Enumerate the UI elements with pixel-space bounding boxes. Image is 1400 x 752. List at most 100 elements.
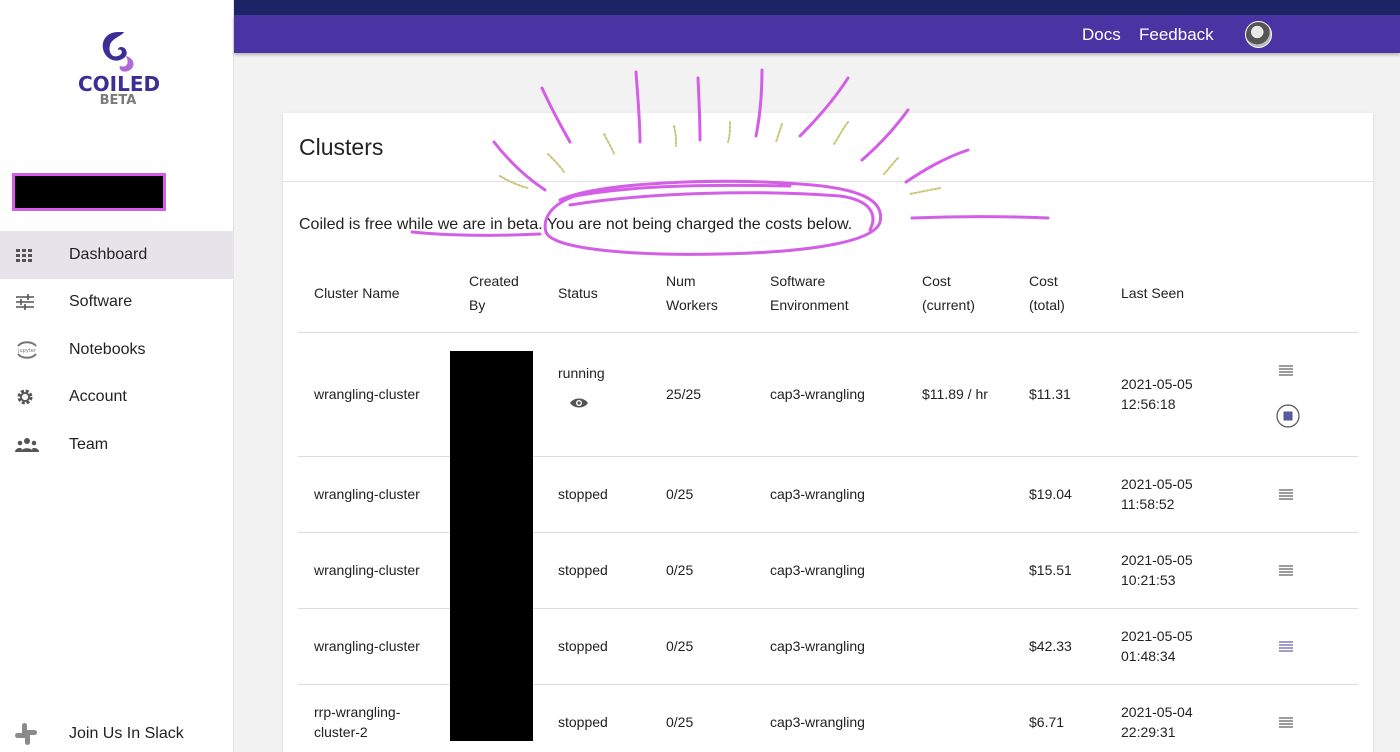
last-seen: 2021-05-05 12:56:18 — [1121, 374, 1193, 414]
slack-icon — [0, 721, 69, 747]
cluster-status: stopped — [558, 486, 608, 502]
software-environment[interactable]: cap3-wrangling — [770, 384, 865, 404]
coiled-logo[interactable]: COILED BETA — [78, 28, 161, 118]
cluster-name[interactable]: rrp-wrangling-cluster-2 — [314, 702, 400, 742]
sidebar-item-label: Team — [69, 435, 109, 453]
docs-link[interactable]: Docs — [1082, 25, 1121, 45]
header-label: Cost — [1029, 273, 1058, 289]
header-label: Last Seen — [1121, 285, 1185, 301]
logs-icon[interactable] — [1278, 488, 1298, 502]
cluster-status: stopped — [558, 714, 608, 730]
cluster-name-part: rrp-wrangling- — [314, 704, 401, 720]
last-seen-time: 10:21:53 — [1121, 572, 1176, 588]
sliders-icon — [0, 294, 69, 311]
software-environment[interactable]: cap3-wrangling — [770, 560, 865, 580]
logs-icon[interactable] — [1278, 564, 1298, 578]
cluster-status: stopped — [558, 562, 608, 578]
last-seen-time: 12:56:18 — [1121, 396, 1176, 412]
gear-icon — [0, 387, 69, 407]
cluster-name[interactable]: wrangling-cluster — [314, 384, 420, 404]
cluster-name[interactable]: wrangling-cluster — [314, 636, 420, 656]
header-num-workers[interactable]: Num Workers — [666, 269, 718, 317]
sidebar-item-label: Software — [69, 293, 133, 311]
header-label: Software — [770, 273, 826, 289]
header-cost-current[interactable]: Cost (current) — [922, 269, 975, 317]
coiled-logo-icon — [102, 32, 134, 72]
user-avatar[interactable] — [1245, 21, 1272, 48]
cluster-name-part: cluster-2 — [314, 724, 368, 740]
header-label: By — [469, 297, 486, 313]
logs-icon[interactable] — [1278, 716, 1298, 730]
cost-total: $11.31 — [1029, 386, 1071, 402]
num-workers: 25/25 — [666, 386, 702, 402]
sidebar-item-dashboard[interactable]: Dashboard — [0, 231, 234, 279]
cost-total: $42.33 — [1029, 638, 1072, 654]
slack-label: Join Us In Slack — [69, 725, 184, 742]
last-seen-time: 22:29:31 — [1121, 724, 1176, 740]
software-environment[interactable]: cap3-wrangling — [770, 636, 865, 656]
last-seen-date: 2021-05-05 — [1121, 552, 1193, 568]
eye-icon[interactable] — [569, 395, 589, 415]
num-workers: 0/25 — [666, 486, 694, 502]
sidebar-item-team[interactable]: Team — [0, 421, 234, 469]
header-cluster-name[interactable]: Cluster Name — [314, 281, 400, 305]
header-label: (total) — [1029, 297, 1065, 313]
brand-name: COILED — [78, 72, 161, 96]
logs-icon[interactable] — [1278, 364, 1298, 378]
software-environment[interactable]: cap3-wrangling — [770, 712, 865, 732]
cost-total: $19.04 — [1029, 486, 1072, 502]
last-seen: 2021-05-04 22:29:31 — [1121, 702, 1193, 742]
software-environment[interactable]: cap3-wrangling — [770, 484, 865, 504]
brand-beta: BETA — [99, 93, 137, 108]
svg-text:jupyter: jupyter — [17, 348, 37, 354]
num-workers: 0/25 — [666, 714, 694, 730]
clusters-card: Clusters Coiled is free while we are in … — [283, 113, 1373, 752]
row-divider — [298, 332, 1358, 333]
sidebar-item-label: Notebooks — [69, 340, 146, 358]
last-seen-date: 2021-05-05 — [1121, 376, 1193, 392]
cost-total: $15.51 — [1029, 562, 1072, 578]
last-seen-time: 11:58:52 — [1121, 496, 1175, 512]
cluster-name[interactable]: wrangling-cluster — [314, 560, 420, 580]
sidebar: COILED BETA Dashboard Software jupyter N… — [0, 0, 234, 752]
feedback-link[interactable]: Feedback — [1139, 25, 1214, 45]
header-last-seen[interactable]: Last Seen — [1121, 281, 1184, 305]
cluster-name[interactable]: wrangling-cluster — [314, 484, 420, 504]
join-slack-link[interactable]: Join Us In Slack — [0, 716, 234, 752]
top-navbar: Docs Feedback — [234, 15, 1400, 53]
header-label: Status — [558, 285, 598, 301]
last-seen-date: 2021-05-04 — [1121, 704, 1193, 720]
page-title: Clusters — [299, 134, 384, 160]
last-seen-date: 2021-05-05 — [1121, 628, 1193, 644]
last-seen-date: 2021-05-05 — [1121, 476, 1193, 492]
team-icon — [0, 437, 69, 453]
header-cost-total[interactable]: Cost (total) — [1029, 269, 1065, 317]
sidebar-item-software[interactable]: Software — [0, 279, 234, 327]
header-label: Cluster Name — [314, 285, 400, 301]
num-workers: 0/25 — [666, 562, 694, 578]
header-label: Num — [666, 273, 696, 289]
account-selector-redacted[interactable] — [12, 173, 166, 211]
jupyter-icon: jupyter — [0, 338, 69, 362]
sidebar-item-label: Account — [69, 388, 127, 406]
header-software-environment[interactable]: Software Environment — [770, 269, 849, 317]
logs-icon[interactable] — [1278, 640, 1298, 654]
header-label: Cost — [922, 273, 951, 289]
grid-icon — [0, 248, 69, 262]
sidebar-item-notebooks[interactable]: jupyter Notebooks — [0, 326, 234, 374]
header-created-by[interactable]: Created By — [469, 269, 519, 317]
last-seen-time: 01:48:34 — [1121, 648, 1176, 664]
created-by-redacted — [450, 351, 533, 741]
cluster-status: stopped — [558, 638, 608, 654]
header-label: Workers — [666, 297, 718, 313]
num-workers: 0/25 — [666, 638, 694, 654]
sidebar-item-account[interactable]: Account — [0, 374, 234, 422]
top-accent-bar — [234, 0, 1400, 15]
stop-icon[interactable] — [1276, 404, 1300, 428]
cost-total: $6.71 — [1029, 714, 1065, 730]
cost-current: $11.89 / hr — [922, 386, 988, 402]
header-label: (current) — [922, 297, 975, 313]
title-divider — [283, 181, 1373, 182]
header-status[interactable]: Status — [558, 281, 598, 305]
last-seen: 2021-05-05 11:58:52 — [1121, 474, 1193, 514]
